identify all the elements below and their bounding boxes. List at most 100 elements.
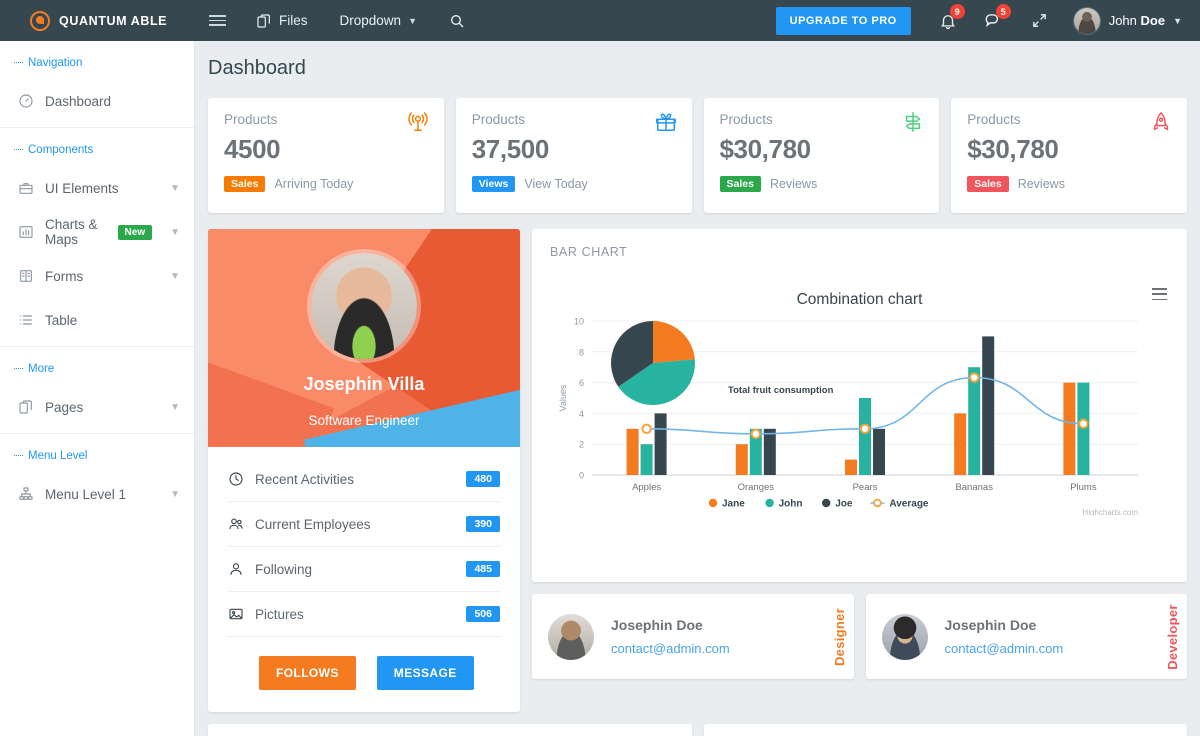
legend-marker-Jane bbox=[708, 498, 718, 508]
profile-list-item-current-employees[interactable]: Current Employees 390 bbox=[228, 502, 500, 547]
sidebar-item-ui-elements[interactable]: UI Elements ▼ bbox=[0, 166, 194, 210]
contact-card-row: Josephin Doe contact@admin.com Designer Jos… bbox=[532, 594, 1187, 679]
brand-logo[interactable]: QUANTUM ABLE bbox=[0, 0, 195, 41]
chevron-down-icon[interactable]: ▼ bbox=[170, 271, 180, 282]
chevron-down-icon[interactable]: ▼ bbox=[170, 489, 180, 500]
stat-card-row: Products 4500 Sales Arriving Today Products 3… bbox=[195, 80, 1200, 213]
sidebar-item-charts-maps[interactable]: Charts & Maps New ▼ bbox=[0, 210, 194, 254]
legend-marker-Joe bbox=[822, 498, 831, 508]
upgrade-to-pro-button[interactable]: UPGRADE TO PRO bbox=[775, 6, 911, 35]
top-navigation-bar: QUANTUM ABLE Files Dropdown ▼ UPGRADE TO… bbox=[0, 0, 1200, 41]
legend-label-John[interactable]: John bbox=[779, 499, 803, 510]
right-column: BAR CHART Combination chart 0 2 4 6 8 10 Value… bbox=[532, 229, 1187, 679]
y-axis-tick: 10 bbox=[574, 317, 584, 327]
bar-John-Apples bbox=[640, 444, 653, 475]
bar-John-Bananas bbox=[968, 367, 981, 475]
profile-list-label: Current Employees bbox=[255, 516, 371, 532]
quantum-logo-icon bbox=[30, 10, 50, 31]
spline-marker-Apples bbox=[641, 423, 652, 435]
contact-text: Josephin Doe contact@admin.com bbox=[945, 617, 1064, 656]
stat-value: $30,780 bbox=[719, 134, 812, 164]
sidebar-item-dashboard[interactable]: Dashboard bbox=[0, 79, 194, 123]
profile-list-item-pictures[interactable]: Pictures 506 bbox=[228, 592, 500, 637]
stat-subtitle: Reviews bbox=[769, 177, 818, 191]
bar-Joe-Apples bbox=[654, 413, 667, 475]
profile-list-item-recent-activities[interactable]: Recent Activities 480 bbox=[228, 457, 500, 502]
x-axis-tick: Bananas bbox=[955, 482, 993, 493]
fullscreen-button[interactable] bbox=[1017, 0, 1063, 41]
image-icon bbox=[228, 606, 244, 622]
sidebar-item-pages[interactable]: Pages ▼ bbox=[0, 385, 194, 429]
chart-menu-icon[interactable] bbox=[1152, 288, 1167, 301]
sidebar-item-label: UI Elements bbox=[45, 180, 119, 196]
x-axis-tick: Apples bbox=[632, 482, 661, 493]
profile-avatar bbox=[311, 253, 417, 359]
profile-hero-banner: Josephin Villa Software Engineer bbox=[208, 229, 520, 447]
chevron-down-icon[interactable]: ▼ bbox=[170, 402, 180, 413]
stat-footer: Sales Reviews bbox=[967, 176, 1171, 192]
bar-Joe-Oranges bbox=[763, 428, 776, 475]
contact-card-0: Josephin Doe contact@admin.com Designer bbox=[532, 594, 854, 679]
bar-Joe-Pears bbox=[873, 428, 885, 475]
legend-label-Jane[interactable]: Jane bbox=[722, 499, 745, 510]
search-button[interactable] bbox=[433, 0, 481, 41]
chevron-down-icon[interactable]: ▼ bbox=[170, 183, 180, 194]
x-axis-tick: Plums bbox=[1070, 482, 1097, 493]
gift-icon bbox=[655, 110, 677, 134]
stat-title: Products bbox=[967, 112, 1021, 127]
pages-icon bbox=[18, 399, 34, 415]
dropdown-label: Dropdown bbox=[339, 13, 402, 28]
stat-value: $30,780 bbox=[967, 134, 1059, 164]
profile-list-count: 390 bbox=[466, 516, 500, 532]
bar-Jane-Plums bbox=[1063, 382, 1076, 475]
bar-chart-icon bbox=[18, 224, 34, 240]
page-title: Dashboard bbox=[208, 57, 306, 79]
chevron-down-icon[interactable]: ▼ bbox=[170, 227, 180, 238]
broadcast-icon bbox=[407, 110, 429, 134]
status-badge: Sales bbox=[967, 176, 1009, 192]
user-name: John Doe bbox=[1108, 13, 1166, 28]
profile-list-count: 480 bbox=[466, 471, 500, 487]
bar-chart-card: BAR CHART Combination chart 0 2 4 6 8 10 Value… bbox=[532, 229, 1187, 582]
spline-marker-Bananas bbox=[969, 372, 980, 383]
contact-email[interactable]: contact@admin.com bbox=[945, 641, 1064, 656]
y-axis-tick: 0 bbox=[579, 471, 584, 481]
follows-button[interactable]: FOLLOWS bbox=[259, 656, 356, 690]
profile-action-buttons: FOLLOWS MESSAGE bbox=[208, 637, 520, 712]
profile-card: Josephin Villa Software Engineer Recent … bbox=[208, 229, 520, 712]
stat-card-0: Products 4500 Sales Arriving Today bbox=[208, 98, 444, 213]
bar-Jane-Pears bbox=[845, 459, 857, 475]
bar-Jane-Apples bbox=[626, 428, 639, 475]
profile-list-item-following[interactable]: Following 485 bbox=[228, 547, 500, 592]
sidebar-caption-more: More bbox=[0, 347, 194, 385]
menu-toggle-button[interactable] bbox=[195, 0, 240, 41]
signpost-icon bbox=[902, 110, 924, 134]
sidebar-item-table[interactable]: Table bbox=[0, 298, 194, 342]
files-menu-item[interactable]: Files bbox=[240, 0, 324, 41]
user-profile-menu[interactable]: John Doe ▼ bbox=[1063, 6, 1200, 35]
stat-subtitle: Arriving Today bbox=[274, 177, 354, 191]
notifications-button[interactable]: 9 bbox=[925, 0, 971, 41]
x-axis-tick: Pears bbox=[853, 482, 878, 493]
chevron-down-icon: ▼ bbox=[1173, 15, 1182, 26]
sidebar-new-badge: New bbox=[117, 224, 153, 240]
y-axis-tick: 8 bbox=[579, 347, 584, 357]
legend-label-Joe[interactable]: Joe bbox=[835, 499, 853, 510]
search-icon bbox=[450, 14, 464, 27]
contact-role: Developer bbox=[1165, 603, 1180, 670]
rocket-icon bbox=[1150, 110, 1172, 134]
message-button[interactable]: MESSAGE bbox=[376, 656, 474, 690]
sidebar-item-label: Table bbox=[45, 312, 78, 328]
dropdown-menu-item[interactable]: Dropdown ▼ bbox=[324, 0, 433, 41]
y-axis-tick: 2 bbox=[579, 440, 584, 450]
contact-email[interactable]: contact@admin.com bbox=[611, 641, 730, 656]
sidebar-item-label: Dashboard bbox=[45, 93, 112, 109]
legend-label-Average[interactable]: Average bbox=[889, 499, 929, 510]
sidebar-item-forms[interactable]: Forms ▼ bbox=[0, 254, 194, 298]
y-axis-tick: 4 bbox=[579, 409, 584, 419]
chart-card-heading: BAR CHART bbox=[550, 245, 628, 259]
y-axis-label: Values bbox=[558, 384, 568, 411]
sidebar-item-menu-level-1[interactable]: Menu Level 1 ▼ bbox=[0, 472, 194, 516]
spline-marker-Plums bbox=[1078, 418, 1089, 429]
messages-button[interactable]: 5 bbox=[971, 0, 1017, 41]
